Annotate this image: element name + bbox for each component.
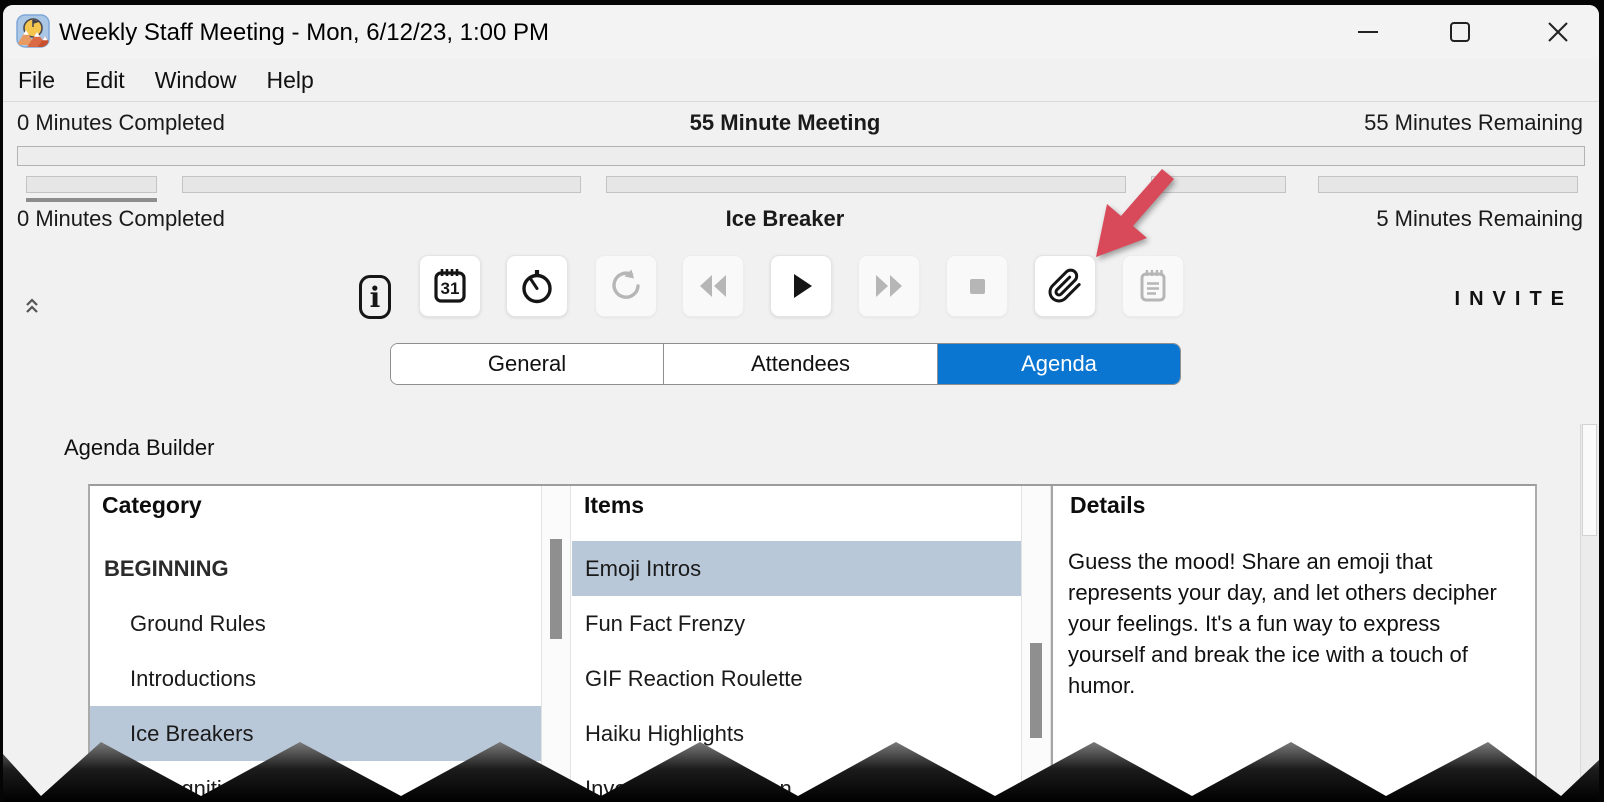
maximize-button[interactable]: [1431, 5, 1489, 59]
minimize-icon: [1358, 31, 1378, 33]
play-icon: [794, 274, 812, 298]
category-item-introductions[interactable]: Introductions: [90, 651, 541, 706]
category-column-header: Category: [102, 492, 202, 518]
item-minutes-completed-label: 0 Minutes Completed: [17, 206, 225, 231]
minimize-button[interactable]: [1339, 5, 1397, 59]
toolbar-rewind-button[interactable]: [682, 255, 744, 317]
calendar-31-icon: 31: [434, 269, 466, 303]
agenda-item-gif-reaction-roulette[interactable]: GIF Reaction Roulette: [572, 651, 1021, 706]
agenda-builder-title: Agenda Builder: [64, 435, 215, 460]
toolbar-attachment-button[interactable]: [1034, 255, 1096, 317]
tab-agenda[interactable]: Agenda: [938, 344, 1180, 384]
details-text: Guess the mood! Share an emoji that repr…: [1068, 549, 1497, 698]
undo-icon: [612, 269, 640, 299]
category-scrollbar-track[interactable]: [541, 486, 571, 802]
category-list: BEGINNING Ground Rules Introductions Ice Br…: [90, 541, 541, 802]
calendar-day-number: 31: [441, 279, 460, 298]
meeting-length-label: 55 Minute Meeting: [689, 110, 881, 135]
toolbar-fast-forward-button[interactable]: [858, 255, 920, 317]
agenda-segment-3: [1151, 176, 1286, 193]
tab-attendees[interactable]: Attendees: [664, 344, 938, 384]
toolbar-timer-button[interactable]: [506, 255, 568, 317]
stop-icon: [970, 279, 985, 294]
item-minutes-remaining-label: 5 Minutes Remaining: [1376, 206, 1583, 231]
tab-general[interactable]: General: [391, 344, 664, 384]
menu-file[interactable]: File: [18, 67, 55, 94]
close-icon: [1548, 22, 1568, 42]
agenda-item-fun-fact-frenzy[interactable]: Fun Fact Frenzy: [572, 596, 1021, 651]
category-item-recognitions[interactable]: Recognitions: [90, 761, 541, 802]
window-title: Weekly Staff Meeting - Mon, 6/12/23, 1:0…: [59, 19, 550, 46]
category-scrollbar-thumb[interactable]: [550, 539, 562, 639]
app-window: Weekly Staff Meeting - Mon, 6/12/23, 1:0…: [3, 5, 1599, 802]
agenda-segment-1: [182, 176, 581, 193]
active-segment-underline: [26, 198, 157, 202]
stopwatch-icon: [522, 270, 552, 304]
details-column-header: Details: [1070, 492, 1146, 518]
info-icon: i: [369, 280, 381, 314]
agenda-segment-bars: [3, 176, 1599, 193]
agenda-segment-2: [606, 176, 1126, 193]
app-icon: [16, 14, 50, 48]
maximize-icon: [1450, 22, 1470, 42]
items-scrollbar-thumb[interactable]: [1030, 643, 1042, 738]
agenda-segment-0: [26, 176, 157, 193]
items-list: Emoji Intros Fun Fact Frenzy GIF Reaction …: [572, 541, 1021, 802]
tab-bar: General Attendees Agenda: [390, 343, 1181, 385]
close-button[interactable]: [1523, 5, 1593, 59]
toolbar-play-button[interactable]: [770, 255, 832, 317]
meeting-minutes-completed-label: 0 Minutes Completed: [17, 110, 225, 135]
collapse-panel-button[interactable]: [25, 297, 39, 318]
meeting-progress-bar: [17, 146, 1585, 166]
title-bar: Weekly Staff Meeting - Mon, 6/12/23, 1:0…: [3, 5, 1599, 59]
menu-bar: File Edit Window Help: [3, 59, 1599, 102]
menu-help[interactable]: Help: [267, 67, 314, 94]
category-item-ice-breakers[interactable]: Ice Breakers: [90, 706, 541, 761]
toolbar-calendar-button[interactable]: 31: [419, 255, 481, 317]
category-item-ground-rules[interactable]: Ground Rules: [90, 596, 541, 651]
window-scrollbar-thumb[interactable]: [1582, 424, 1597, 536]
menu-edit[interactable]: Edit: [85, 67, 125, 94]
paperclip-icon: [1048, 268, 1081, 303]
invite-button[interactable]: INVITE: [1455, 288, 1573, 311]
items-column-header: Items: [584, 492, 645, 518]
agenda-item-haiku-highlights[interactable]: Haiku Highlights: [572, 706, 1021, 761]
details-panel-divider: [1051, 486, 1053, 802]
current-agenda-item-label: Ice Breaker: [725, 206, 845, 231]
menu-window[interactable]: Window: [155, 67, 237, 94]
info-button[interactable]: i: [359, 275, 391, 319]
agenda-segment-4: [1318, 176, 1578, 193]
chevron-double-up-icon: [26, 298, 38, 313]
agenda-item-emoji-intros[interactable]: Emoji Intros: [572, 541, 1021, 596]
toolbar-reset-button[interactable]: [595, 255, 657, 317]
category-group-header: BEGINNING: [104, 555, 229, 581]
toolbar-stop-button[interactable]: [946, 255, 1008, 317]
toolbar-notes-button[interactable]: [1122, 255, 1184, 317]
fast-forward-icon: [876, 275, 902, 297]
agenda-item-invention-convention[interactable]: Invention Convention: [572, 761, 1021, 802]
notepad-icon: [1140, 270, 1166, 302]
rewind-icon: [700, 275, 726, 297]
meeting-minutes-remaining-label: 55 Minutes Remaining: [1364, 110, 1583, 135]
